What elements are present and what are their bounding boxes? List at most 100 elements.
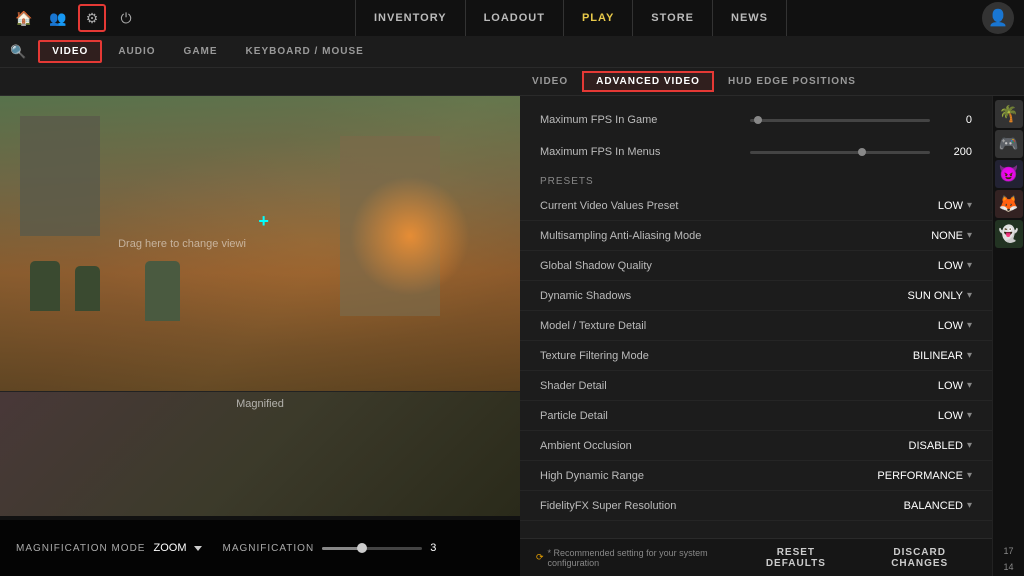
magnified-label: Magnified	[236, 398, 284, 410]
max-fps-game-value: 0	[942, 114, 972, 126]
magnification-mode-label: Magnification Mode	[16, 543, 145, 554]
setting-row-0[interactable]: Multisampling Anti-Aliasing Mode NONE ▾	[520, 221, 992, 251]
magnification-label: Magnification	[222, 543, 314, 554]
setting-row-7[interactable]: Ambient Occlusion DISABLED ▾	[520, 431, 992, 461]
tab-keyboard-mouse[interactable]: KEYBOARD / MOUSE	[234, 42, 376, 61]
preset-label: Current Video Values Preset	[540, 200, 938, 212]
subtab-video[interactable]: VIDEO	[520, 73, 580, 90]
max-fps-menu-slider[interactable]	[750, 151, 930, 154]
sub-tabs-bar: VIDEO ADVANCED VIDEO HUD EDGE POSITIONS	[0, 68, 1024, 96]
subtab-hud[interactable]: HUD EDGE POSITIONS	[716, 73, 868, 90]
setting-chevron-3: ▾	[967, 320, 972, 331]
home-icon[interactable]: 🏠	[10, 4, 38, 32]
footer-bar: ⟳ * Recommended setting for your system …	[520, 538, 992, 576]
setting-chevron-4: ▾	[967, 350, 972, 361]
preset-row[interactable]: Current Video Values Preset LOW ▾ ↓	[520, 191, 992, 221]
setting-chevron-1: ▾	[967, 260, 972, 271]
settings-icon[interactable]: ⚙	[78, 4, 106, 32]
setting-value-6[interactable]: LOW ▾	[938, 410, 972, 422]
setting-chevron-9: ▾	[967, 500, 972, 511]
nav-store[interactable]: STORE	[633, 0, 713, 36]
magnification-slider[interactable]	[322, 547, 422, 550]
magnification-group: Magnification 3	[222, 542, 436, 554]
setting-name-9: FidelityFX Super Resolution	[540, 500, 904, 512]
main-content: Drag here to change viewi Magnified Magn…	[0, 96, 1024, 576]
max-fps-game-slider[interactable]	[750, 119, 930, 122]
setting-name-3: Model / Texture Detail	[540, 320, 938, 332]
nav-icons: 🏠 👥 ⚙ ⏻	[10, 4, 140, 32]
setting-name-4: Texture Filtering Mode	[540, 350, 913, 362]
game-preview-top[interactable]: Drag here to change viewi	[0, 96, 520, 391]
setting-name-5: Shader Detail	[540, 380, 938, 392]
setting-chevron-8: ▾	[967, 470, 972, 481]
max-fps-menu-value: 200	[942, 146, 972, 158]
footer-note: ⟳ * Recommended setting for your system …	[536, 548, 728, 568]
max-fps-menu-label: Maximum FPS In Menus	[540, 146, 750, 158]
power-icon[interactable]: ⏻	[112, 4, 140, 32]
setting-name-0: Multisampling Anti-Aliasing Mode	[540, 230, 931, 242]
setting-row-3[interactable]: Model / Texture Detail LOW ▾	[520, 311, 992, 341]
setting-chevron-7: ▾	[967, 440, 972, 451]
setting-value-4[interactable]: BILINEAR ▾	[913, 350, 972, 362]
reset-defaults-button[interactable]: RESET DEFAULTS	[744, 543, 847, 573]
setting-name-7: Ambient Occlusion	[540, 440, 909, 452]
nav-play[interactable]: PLAY	[564, 0, 633, 36]
setting-row-5[interactable]: Shader Detail LOW ▾	[520, 371, 992, 401]
left-panel: Drag here to change viewi Magnified Magn…	[0, 96, 520, 576]
avatar-1[interactable]: 🌴	[995, 100, 1023, 128]
tab-video[interactable]: VIDEO	[38, 40, 102, 63]
discard-changes-button[interactable]: DISCARD CHANGES	[863, 543, 976, 573]
tab-game[interactable]: GAME	[172, 42, 230, 61]
game-preview-bottom[interactable]: Magnified	[0, 391, 520, 516]
setting-value-5[interactable]: LOW ▾	[938, 380, 972, 392]
avatar-5[interactable]: 👻	[995, 220, 1023, 248]
max-fps-game-label: Maximum FPS In Game	[540, 114, 750, 126]
player-count: 17	[999, 542, 1017, 560]
user-avatar[interactable]: 👤	[982, 2, 1014, 34]
setting-row-8[interactable]: High Dynamic Range PERFORMANCE ▾	[520, 461, 992, 491]
nav-news[interactable]: NEWS	[713, 0, 787, 36]
friends-icon[interactable]: 👥	[44, 4, 72, 32]
setting-chevron-0: ▾	[967, 230, 972, 241]
avatar-4[interactable]: 🦊	[995, 190, 1023, 218]
setting-value-3[interactable]: LOW ▾	[938, 320, 972, 332]
setting-chevron-5: ▾	[967, 380, 972, 391]
setting-row-6[interactable]: Particle Detail LOW ▾	[520, 401, 992, 431]
setting-value-9[interactable]: BALANCED ▾	[904, 500, 972, 512]
nav-inventory[interactable]: INVENTORY	[355, 0, 466, 36]
red-arrow-indicator: ↓	[989, 195, 992, 221]
setting-name-1: Global Shadow Quality	[540, 260, 938, 272]
right-panel: Maximum FPS In Game 0 Maximum FPS In Men…	[520, 96, 992, 576]
video-settings-list: Multisampling Anti-Aliasing Mode NONE ▾ …	[520, 221, 992, 521]
presets-section-label: Presets	[520, 168, 992, 191]
setting-name-8: High Dynamic Range	[540, 470, 877, 482]
mode-dropdown-arrow	[194, 546, 202, 551]
setting-value-2[interactable]: SUN ONLY ▾	[908, 290, 972, 302]
setting-row-1[interactable]: Global Shadow Quality LOW ▾	[520, 251, 992, 281]
setting-value-7[interactable]: DISABLED ▾	[909, 440, 972, 452]
setting-row-2[interactable]: Dynamic Shadows SUN ONLY ▾	[520, 281, 992, 311]
setting-value-1[interactable]: LOW ▾	[938, 260, 972, 272]
magnification-mode-value[interactable]: ZOOM	[153, 542, 202, 554]
preset-value[interactable]: LOW ▾	[938, 200, 972, 212]
drag-text: Drag here to change viewi	[118, 238, 246, 250]
magnification-controls: Magnification Mode ZOOM Magnification 3	[0, 520, 520, 576]
nav-loadout[interactable]: LOADOUT	[466, 0, 564, 36]
avatar-3[interactable]: 😈	[995, 160, 1023, 188]
setting-chevron-6: ▾	[967, 410, 972, 421]
preset-chevron: ▾	[967, 200, 972, 211]
setting-row-4[interactable]: Texture Filtering Mode BILINEAR ▾	[520, 341, 992, 371]
subtab-advanced-video[interactable]: ADVANCED VIDEO	[582, 71, 714, 92]
setting-name-2: Dynamic Shadows	[540, 290, 908, 302]
tab-audio[interactable]: AUDIO	[106, 42, 167, 61]
player-count-2: 14	[1003, 562, 1013, 572]
setting-value-0[interactable]: NONE ▾	[931, 230, 972, 242]
setting-value-8[interactable]: PERFORMANCE ▾	[877, 470, 972, 482]
setting-chevron-2: ▾	[967, 290, 972, 301]
avatar-2[interactable]: 🎮	[995, 130, 1023, 158]
max-fps-game-row: Maximum FPS In Game 0	[520, 104, 992, 136]
crosshair	[263, 219, 277, 233]
search-icon[interactable]: 🔍	[10, 44, 26, 60]
nav-links: INVENTORY LOADOUT PLAY STORE NEWS	[160, 0, 982, 36]
setting-row-9[interactable]: FidelityFX Super Resolution BALANCED ▾	[520, 491, 992, 521]
